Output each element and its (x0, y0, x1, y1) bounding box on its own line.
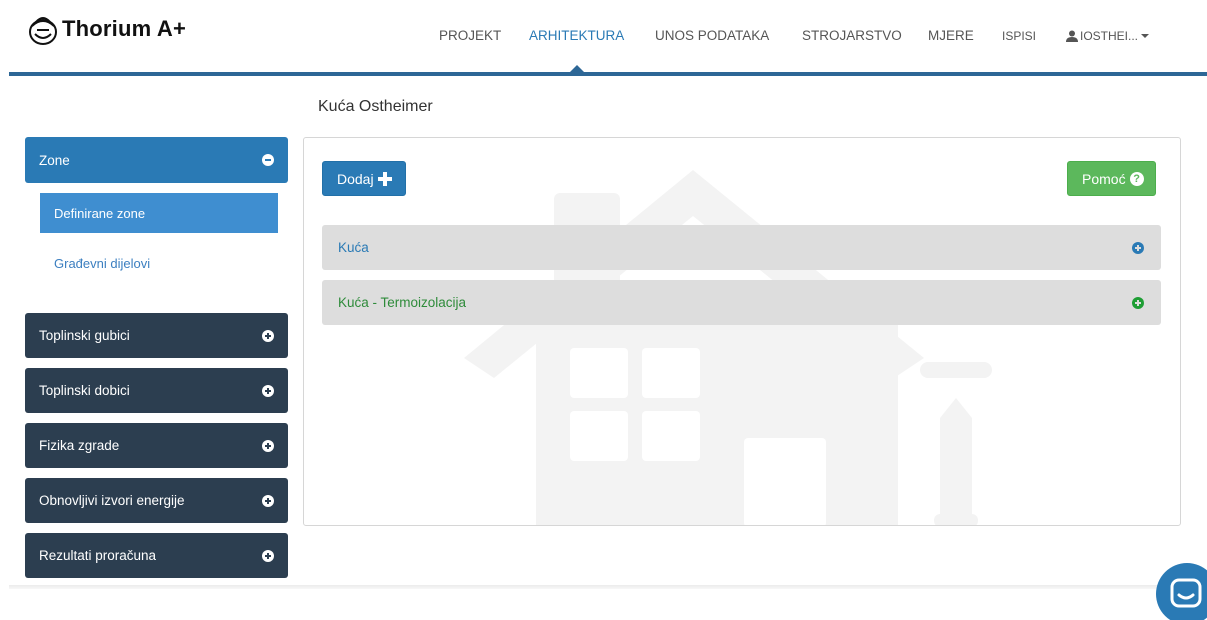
plus-icon (377, 171, 392, 186)
page-title: Kuća Ostheimer (318, 98, 433, 115)
sidebar-item-label: Rezultati proračuna (39, 548, 157, 563)
header: Thorium A+ PROJEKT ARHITEKTURA UNOS PODA… (0, 0, 1207, 76)
help-button[interactable]: Pomoć ? (1067, 161, 1156, 196)
sidebar-item-toplinski-gubici[interactable]: Toplinski gubici (25, 313, 288, 358)
sidebar-item-fizika-zgrade[interactable]: Fizika zgrade (25, 423, 288, 468)
header-divider (9, 72, 1207, 76)
sidebar-item-label: Toplinski gubici (39, 328, 130, 343)
user-menu[interactable]: IOSTHEI... (1066, 29, 1150, 43)
question-circle-icon: ? (1129, 171, 1144, 186)
sidebar-subitem-gradjevni-dijelovi[interactable]: Građevni dijelovi (54, 256, 150, 271)
chat-bubble-icon (1170, 578, 1202, 608)
plus-circle-icon[interactable] (1132, 296, 1144, 309)
nav-projekt[interactable]: PROJEKT (439, 28, 501, 43)
plus-circle-icon[interactable] (1132, 241, 1144, 254)
nav-unos-podataka[interactable]: UNOS PODATAKA (655, 28, 769, 43)
plus-circle-icon[interactable] (262, 329, 274, 342)
add-zone-button[interactable]: Dodaj (322, 161, 406, 196)
sidebar-item-obnovljivi-izvori[interactable]: Obnovljivi izvori energije (25, 478, 288, 523)
sidebar-item-label: Zone (39, 152, 70, 168)
zones-panel (303, 137, 1181, 526)
sidebar-item-toplinski-dobici[interactable]: Toplinski dobici (25, 368, 288, 413)
sidebar-item-zone[interactable]: Zone (25, 137, 288, 183)
help-label: Pomoć (1082, 170, 1126, 187)
minus-circle-icon[interactable] (262, 154, 274, 166)
zone-row-label: Kuća - Termoizolacija (338, 295, 467, 310)
chat-launcher-button[interactable] (1156, 563, 1207, 620)
sidebar-item-label: Toplinski dobici (39, 383, 130, 398)
user-icon (1066, 30, 1078, 42)
sidebar-item-label: Fizika zgrade (39, 438, 120, 453)
nav-strojarstvo[interactable]: STROJARSTVO (802, 28, 902, 43)
zone-row-kuca[interactable]: Kuća (322, 225, 1161, 270)
plus-circle-icon[interactable] (262, 384, 274, 397)
add-zone-label: Dodaj (337, 170, 374, 187)
nav-mjere[interactable]: MJERE (928, 28, 974, 43)
nav-ispisi[interactable]: ISPISI (1002, 29, 1036, 43)
user-name: IOSTHEI... (1080, 29, 1139, 43)
sidebar-item-rezultati-proracuna[interactable]: Rezultati proračuna (25, 533, 288, 578)
plus-circle-icon[interactable] (262, 439, 274, 452)
zone-row-kuca-termoizolacija[interactable]: Kuća - Termoizolacija (322, 280, 1161, 325)
sidebar-item-label: Obnovljivi izvori energije (39, 493, 185, 508)
plus-circle-icon[interactable] (262, 549, 274, 562)
main-nav: PROJEKT ARHITEKTURA UNOS PODATAKA STROJA… (0, 28, 1207, 48)
nav-arhitektura[interactable]: ARHITEKTURA (529, 28, 624, 43)
sidebar-subitem-definirane-zone[interactable]: Definirane zone (40, 193, 278, 233)
zone-row-label: Kuća (338, 240, 369, 255)
plus-circle-icon[interactable] (262, 494, 274, 507)
house-watermark-icon (464, 170, 992, 525)
footer-divider (9, 585, 1207, 589)
chevron-down-icon (1141, 34, 1150, 38)
